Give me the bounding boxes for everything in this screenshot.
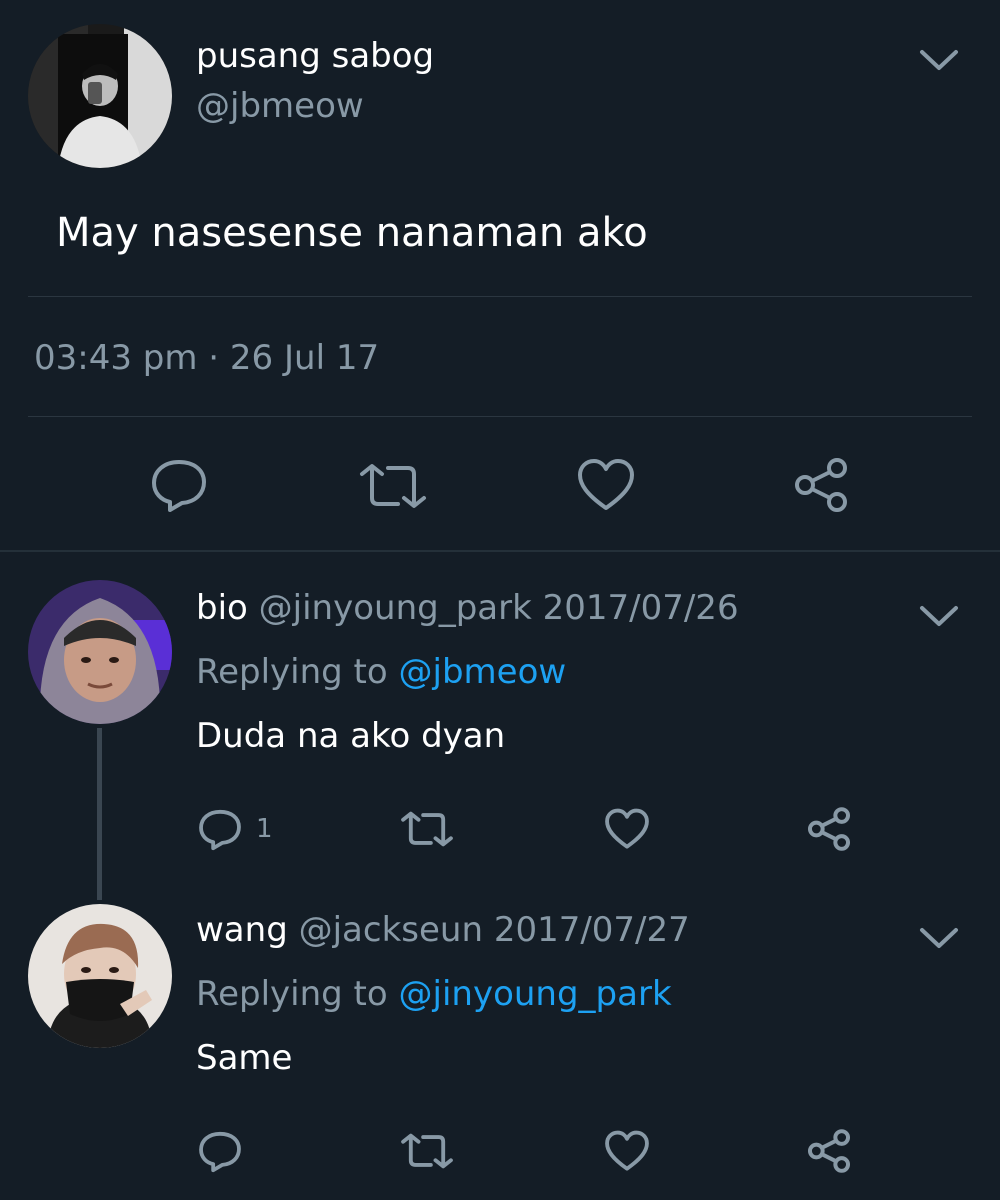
retweet-icon[interactable] <box>400 810 454 848</box>
replying-prefix: Replying to <box>196 974 388 1014</box>
chevron-down-icon[interactable] <box>918 922 960 952</box>
avatar[interactable] <box>28 580 172 724</box>
display-name[interactable]: wang <box>196 910 288 950</box>
handle[interactable]: @jackseun <box>299 910 483 950</box>
chevron-down-icon[interactable] <box>918 44 960 74</box>
replying-to: Replying to @jinyoung_park <box>196 974 672 1014</box>
reply-icon[interactable] <box>150 458 208 514</box>
like-icon[interactable] <box>604 1130 650 1172</box>
tweet-text: May nasesense nanaman ako <box>56 210 648 256</box>
reply-icon[interactable] <box>198 808 242 852</box>
chevron-down-icon[interactable] <box>918 600 960 630</box>
handle[interactable]: @jbmeow <box>196 86 364 126</box>
section-divider <box>0 550 1000 552</box>
handle[interactable]: @jinyoung_park <box>259 588 532 628</box>
share-icon[interactable] <box>806 1128 852 1174</box>
share-icon[interactable] <box>792 456 850 514</box>
retweet-icon[interactable] <box>358 462 428 510</box>
like-icon[interactable] <box>604 808 650 850</box>
replying-to: Replying to @jbmeow <box>196 652 566 692</box>
reply-date: 2017/07/27 <box>493 910 690 950</box>
divider <box>28 416 972 417</box>
reply-text: Same <box>196 1038 293 1078</box>
like-icon[interactable] <box>576 458 636 512</box>
reply-count: 1 <box>256 814 273 844</box>
reply-text: Duda na ako dyan <box>196 716 506 756</box>
replying-prefix: Replying to <box>196 652 388 692</box>
replying-handle-link[interactable]: @jinyoung_park <box>399 974 672 1014</box>
reply-header: wang @jackseun 2017/07/27 <box>196 910 690 950</box>
share-icon[interactable] <box>806 806 852 852</box>
divider <box>28 296 972 297</box>
timestamp: 03:43 pm · 26 Jul 17 <box>34 338 380 378</box>
reply-icon[interactable] <box>198 1130 242 1174</box>
reply-header: bio @jinyoung_park 2017/07/26 <box>196 588 739 628</box>
retweet-icon[interactable] <box>400 1132 454 1170</box>
avatar[interactable] <box>28 904 172 1048</box>
display-name[interactable]: pusang sabog <box>196 36 434 76</box>
display-name[interactable]: bio <box>196 588 248 628</box>
replying-handle-link[interactable]: @jbmeow <box>399 652 567 692</box>
reply-date: 2017/07/26 <box>542 588 739 628</box>
thread-line <box>97 728 102 900</box>
avatar[interactable] <box>28 24 172 168</box>
